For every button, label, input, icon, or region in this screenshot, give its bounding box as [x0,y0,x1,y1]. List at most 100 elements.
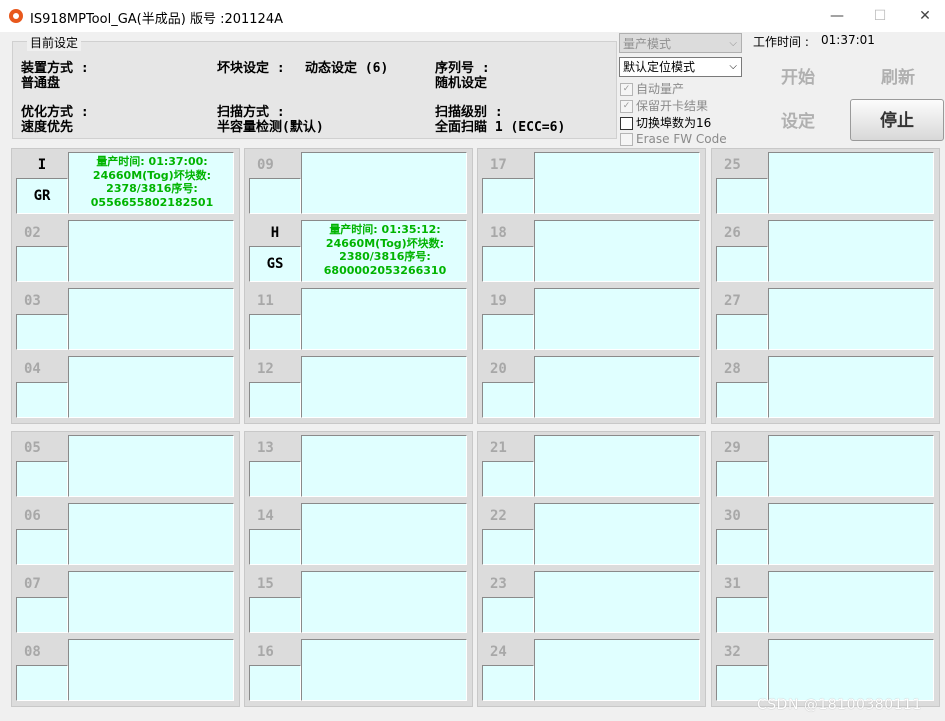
erase-fw-label: Erase FW Code [636,132,727,146]
port-code-box [482,529,534,565]
chevron-down-icon: ⌵ [729,38,737,49]
port-code-box [716,314,768,350]
bad-block-label: 坏块设定 : [217,61,285,76]
port-slot: 23 [482,571,702,636]
port-code-box [249,529,301,565]
minimize-button[interactable]: — [822,4,852,28]
switch-16-checkbox[interactable]: 切换埠数为16 [620,114,711,130]
port-code-box [716,665,768,701]
port-info-box [68,220,234,282]
port-slot: 22 [482,503,702,568]
port-code-box [716,382,768,418]
port-code-box [482,178,534,214]
port-slot: 18 [482,220,702,285]
port-slot: 05 [16,435,236,500]
port-slot: 13 [249,435,469,500]
port-info-box [534,220,700,282]
port-info-box [68,288,234,350]
port-number: 31 [724,576,741,592]
port-number: 06 [24,508,41,524]
port-info-box [768,435,934,497]
port-number: 19 [490,293,507,309]
auto-mp-checkbox[interactable]: ✓ 自动量产 [620,80,684,96]
port-slot: 08 [16,639,236,704]
port-number: 25 [724,157,741,173]
port-status-line: 量产时间: 01:37:00: [96,155,208,168]
port-slot: 16 [249,639,469,704]
port-slot: 14 [249,503,469,568]
port-number: 32 [724,644,741,660]
port-status-line: 24660M(Tog)坏块数: [325,236,445,250]
stop-button[interactable]: 停止 [850,99,944,141]
port-status-line: 6800002053266310 [323,263,447,277]
setup-button[interactable]: 设定 [751,101,845,143]
position-mode-value: 默认定位模式 [623,60,696,74]
port-status-line: 2378/3816序号: [106,182,198,195]
port-slot: 27 [716,288,936,353]
close-button[interactable]: ✕ [910,4,940,28]
maximize-button[interactable]: ☐ [865,4,895,28]
port-slot: 06 [16,503,236,568]
port-code-box [249,461,301,497]
port-slot: 30 [716,503,936,568]
position-mode-select[interactable]: 默认定位模式 ⌵ [619,57,742,77]
port-code-box [16,382,68,418]
port-info-box [301,435,467,497]
port-code-box [249,314,301,350]
port-info-box [534,639,700,701]
port-number: 29 [724,440,741,456]
port-number: 05 [24,440,41,456]
port-info-box [768,152,934,214]
port-number: I [37,157,47,173]
start-button[interactable]: 开始 [751,57,845,99]
window-title: IS918MPTool_GA(半成品) 版号 :201124A [30,12,283,27]
mode-select[interactable]: 量产模式 ⌵ [619,33,742,53]
port-number: 13 [257,440,274,456]
title-bar: IS918MPTool_GA(半成品) 版号 :201124A — ☐ ✕ [0,0,945,32]
port-number: 09 [257,157,274,173]
port-info-box [768,639,934,701]
port-slot: 21 [482,435,702,500]
port-code-box [716,529,768,565]
port-info-box [68,639,234,701]
current-settings-group: 目前设定 装置方式 : 普通盘 坏块设定 : 动态设定 (6) 序列号 : 随机… [12,34,617,139]
port-code-box [16,314,68,350]
port-number: 26 [724,225,741,241]
port-code-box [716,246,768,282]
port-code-box [249,382,301,418]
worktime-label: 工作时间 : [753,35,809,49]
port-code-box [16,665,68,701]
erase-fw-checkbox[interactable]: Erase FW Code [620,132,727,148]
port-code-box: GS [249,246,301,282]
port-code-box [16,246,68,282]
port-code-box [482,665,534,701]
port-slot: 12 [249,356,469,421]
device-mode-value: 普通盘 [21,76,61,91]
port-code-box [249,665,301,701]
port-info-box [768,356,934,418]
port-slot: 11 [249,288,469,353]
port-slot: 26 [716,220,936,285]
port-info-box [534,288,700,350]
port-code-box [482,597,534,633]
auto-mp-label: 自动量产 [636,82,685,96]
port-number: 03 [24,293,41,309]
port-code-box: GR [16,178,68,214]
refresh-button[interactable]: 刷新 [851,57,945,99]
port-code-box [482,246,534,282]
port-code-box [249,597,301,633]
keep-result-checkbox[interactable]: ✓ 保留开卡结果 [620,97,708,113]
optimize-value: 速度优先 [21,120,74,135]
port-info-box [68,435,234,497]
port-code-box [249,178,301,214]
port-number: 07 [24,576,41,592]
port-slot: 09 [249,152,469,217]
port-slot: 29 [716,435,936,500]
port-slot: 07 [16,571,236,636]
port-slot: 15 [249,571,469,636]
port-number: 18 [490,225,507,241]
port-info-box: 量产时间: 01:35:12: 24660M(Tog)坏块数: 2380/3816序… [301,220,467,282]
port-number: 08 [24,644,41,660]
port-info-box [534,435,700,497]
port-number: 04 [24,361,41,377]
